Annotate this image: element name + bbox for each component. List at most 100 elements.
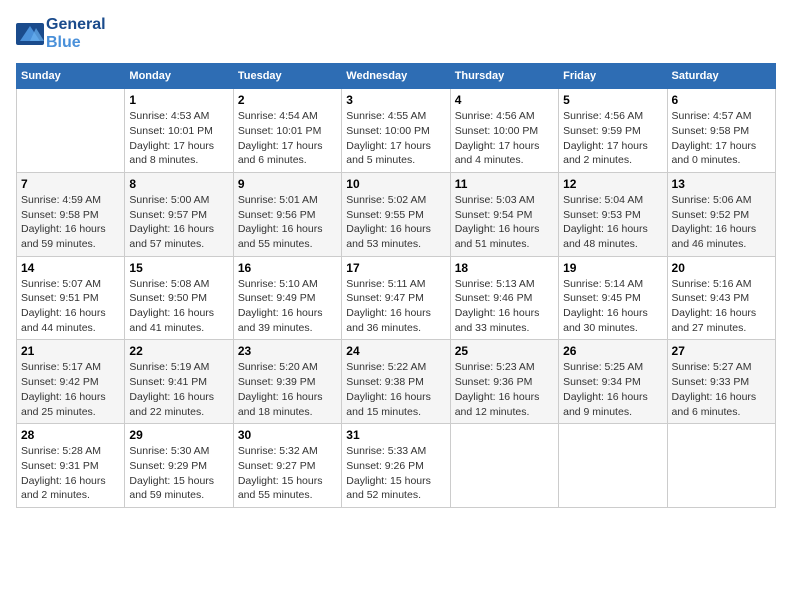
header-sunday: Sunday: [17, 64, 125, 89]
day-number: 24: [346, 344, 445, 358]
day-number: 17: [346, 261, 445, 275]
day-number: 11: [455, 177, 554, 191]
day-number: 21: [21, 344, 120, 358]
day-number: 31: [346, 428, 445, 442]
cell-info: Sunrise: 4:53 AMSunset: 10:01 PMDaylight…: [129, 110, 214, 166]
calendar-cell: 6 Sunrise: 4:57 AMSunset: 9:58 PMDaylight…: [667, 89, 775, 173]
calendar-cell: [450, 424, 558, 508]
header-wednesday: Wednesday: [342, 64, 450, 89]
calendar-cell: 28Sunrise: 5:28 AMSunset: 9:31 PMDayligh…: [17, 424, 125, 508]
calendar-cell: 11 Sunrise: 5:03 AMSunset: 9:54 PMDayligh…: [450, 172, 558, 256]
cell-info: Sunrise: 5:11 AMSunset: 9:47 PMDaylight:…: [346, 278, 431, 334]
cell-info: Sunrise: 4:59 AMSunset: 9:58 PMDaylight:…: [21, 194, 106, 250]
logo-icon: [16, 23, 44, 45]
calendar-cell: 23 Sunrise: 5:20 AMSunset: 9:39 PMDayligh…: [233, 340, 341, 424]
calendar-cell: 7 Sunrise: 4:59 AMSunset: 9:58 PMDaylight…: [17, 172, 125, 256]
calendar-cell: 25 Sunrise: 5:23 AMSunset: 9:36 PMDayligh…: [450, 340, 558, 424]
cell-info: Sunrise: 5:04 AMSunset: 9:53 PMDaylight:…: [563, 194, 648, 250]
header-thursday: Thursday: [450, 64, 558, 89]
calendar-cell: 15Sunrise: 5:08 AMSunset: 9:50 PMDayligh…: [125, 256, 233, 340]
calendar-cell: 5 Sunrise: 4:56 AMSunset: 9:59 PMDaylight…: [559, 89, 667, 173]
calendar-cell: 2 Sunrise: 4:54 AMSunset: 10:01 PMDayligh…: [233, 89, 341, 173]
day-number: 30: [238, 428, 337, 442]
cell-info: Sunrise: 4:56 AMSunset: 9:59 PMDaylight:…: [563, 110, 648, 166]
cell-info: Sunrise: 5:27 AMSunset: 9:33 PMDaylight:…: [672, 361, 757, 417]
day-number: 6: [672, 93, 771, 107]
day-number: 1: [129, 93, 228, 107]
day-number: 8: [129, 177, 228, 191]
cell-info: Sunrise: 5:25 AMSunset: 9:34 PMDaylight:…: [563, 361, 648, 417]
day-number: 27: [672, 344, 771, 358]
calendar-cell: 21 Sunrise: 5:17 AMSunset: 9:42 PMDayligh…: [17, 340, 125, 424]
calendar-cell: 14 Sunrise: 5:07 AMSunset: 9:51 PMDayligh…: [17, 256, 125, 340]
week-row-1: 1 Sunrise: 4:53 AMSunset: 10:01 PMDayligh…: [17, 89, 776, 173]
cell-info: Sunrise: 4:56 AMSunset: 10:00 PMDaylight…: [455, 110, 540, 166]
calendar-table: SundayMondayTuesdayWednesdayThursdayFrid…: [16, 63, 776, 508]
week-row-5: 28Sunrise: 5:28 AMSunset: 9:31 PMDayligh…: [17, 424, 776, 508]
day-number: 29: [129, 428, 228, 442]
day-number: 14: [21, 261, 120, 275]
cell-info: Sunrise: 4:54 AMSunset: 10:01 PMDaylight…: [238, 110, 323, 166]
calendar-cell: [17, 89, 125, 173]
day-number: 5: [563, 93, 662, 107]
cell-info: Sunrise: 5:10 AMSunset: 9:49 PMDaylight:…: [238, 278, 323, 334]
cell-info: Sunrise: 5:13 AMSunset: 9:46 PMDaylight:…: [455, 278, 540, 334]
calendar-cell: 9Sunrise: 5:01 AMSunset: 9:56 PMDaylight…: [233, 172, 341, 256]
calendar-cell: 17 Sunrise: 5:11 AMSunset: 9:47 PMDayligh…: [342, 256, 450, 340]
header-tuesday: Tuesday: [233, 64, 341, 89]
calendar-cell: [667, 424, 775, 508]
week-row-3: 14 Sunrise: 5:07 AMSunset: 9:51 PMDayligh…: [17, 256, 776, 340]
cell-info: Sunrise: 5:07 AMSunset: 9:51 PMDaylight:…: [21, 278, 106, 334]
calendar-cell: [559, 424, 667, 508]
logo-line1: General: [46, 16, 106, 34]
cell-info: Sunrise: 5:03 AMSunset: 9:54 PMDaylight:…: [455, 194, 540, 250]
header-saturday: Saturday: [667, 64, 775, 89]
day-number: 26: [563, 344, 662, 358]
calendar-cell: 31Sunrise: 5:33 AMSunset: 9:26 PMDayligh…: [342, 424, 450, 508]
calendar-cell: 27 Sunrise: 5:27 AMSunset: 9:33 PMDayligh…: [667, 340, 775, 424]
cell-info: Sunrise: 5:02 AMSunset: 9:55 PMDaylight:…: [346, 194, 431, 250]
day-number: 7: [21, 177, 120, 191]
calendar-body: 1 Sunrise: 4:53 AMSunset: 10:01 PMDayligh…: [17, 89, 776, 508]
calendar-cell: 12 Sunrise: 5:04 AMSunset: 9:53 PMDayligh…: [559, 172, 667, 256]
day-number: 22: [129, 344, 228, 358]
calendar-cell: 20Sunrise: 5:16 AMSunset: 9:43 PMDayligh…: [667, 256, 775, 340]
week-row-2: 7 Sunrise: 4:59 AMSunset: 9:58 PMDaylight…: [17, 172, 776, 256]
day-number: 15: [129, 261, 228, 275]
week-row-4: 21 Sunrise: 5:17 AMSunset: 9:42 PMDayligh…: [17, 340, 776, 424]
cell-info: Sunrise: 4:55 AMSunset: 10:00 PMDaylight…: [346, 110, 431, 166]
cell-info: Sunrise: 5:22 AMSunset: 9:38 PMDaylight:…: [346, 361, 431, 417]
calendar-cell: 26 Sunrise: 5:25 AMSunset: 9:34 PMDayligh…: [559, 340, 667, 424]
calendar-cell: 16 Sunrise: 5:10 AMSunset: 9:49 PMDayligh…: [233, 256, 341, 340]
day-number: 4: [455, 93, 554, 107]
cell-info: Sunrise: 5:01 AMSunset: 9:56 PMDaylight:…: [238, 194, 323, 250]
day-number: 2: [238, 93, 337, 107]
calendar-cell: 29 Sunrise: 5:30 AMSunset: 9:29 PMDayligh…: [125, 424, 233, 508]
day-number: 20: [672, 261, 771, 275]
calendar-cell: 13Sunrise: 5:06 AMSunset: 9:52 PMDayligh…: [667, 172, 775, 256]
day-number: 10: [346, 177, 445, 191]
cell-info: Sunrise: 5:06 AMSunset: 9:52 PMDaylight:…: [672, 194, 757, 250]
calendar-cell: 30 Sunrise: 5:32 AMSunset: 9:27 PMDayligh…: [233, 424, 341, 508]
day-number: 18: [455, 261, 554, 275]
calendar-cell: 1 Sunrise: 4:53 AMSunset: 10:01 PMDayligh…: [125, 89, 233, 173]
cell-info: Sunrise: 5:17 AMSunset: 9:42 PMDaylight:…: [21, 361, 106, 417]
cell-info: Sunrise: 4:57 AMSunset: 9:58 PMDaylight:…: [672, 110, 757, 166]
day-number: 28: [21, 428, 120, 442]
calendar-cell: 10 Sunrise: 5:02 AMSunset: 9:55 PMDayligh…: [342, 172, 450, 256]
day-number: 16: [238, 261, 337, 275]
cell-info: Sunrise: 5:14 AMSunset: 9:45 PMDaylight:…: [563, 278, 648, 334]
cell-info: Sunrise: 5:32 AMSunset: 9:27 PMDaylight:…: [238, 445, 323, 501]
cell-info: Sunrise: 5:20 AMSunset: 9:39 PMDaylight:…: [238, 361, 323, 417]
day-number: 23: [238, 344, 337, 358]
cell-info: Sunrise: 5:23 AMSunset: 9:36 PMDaylight:…: [455, 361, 540, 417]
header-monday: Monday: [125, 64, 233, 89]
calendar-cell: 18 Sunrise: 5:13 AMSunset: 9:46 PMDayligh…: [450, 256, 558, 340]
calendar-cell: 8Sunrise: 5:00 AMSunset: 9:57 PMDaylight…: [125, 172, 233, 256]
day-number: 25: [455, 344, 554, 358]
cell-info: Sunrise: 5:30 AMSunset: 9:29 PMDaylight:…: [129, 445, 214, 501]
day-number: 12: [563, 177, 662, 191]
header-friday: Friday: [559, 64, 667, 89]
calendar-cell: 22Sunrise: 5:19 AMSunset: 9:41 PMDayligh…: [125, 340, 233, 424]
calendar-cell: 3Sunrise: 4:55 AMSunset: 10:00 PMDayligh…: [342, 89, 450, 173]
